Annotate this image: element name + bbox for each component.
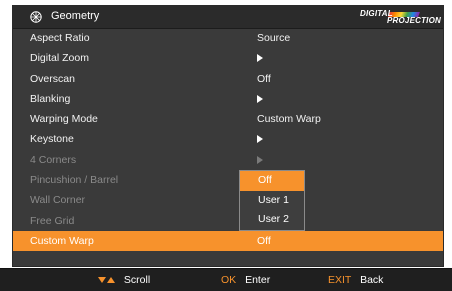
enter-label: Enter (245, 274, 271, 286)
enter-hint: OK Enter (221, 274, 270, 286)
menu-item-label: Blanking (30, 92, 71, 105)
exit-key-label: EXIT (328, 274, 352, 286)
menu-item-free-grid: Free Grid (13, 211, 443, 231)
back-hint: EXIT Back (328, 274, 383, 286)
menu-item-label: Wall Corner (30, 194, 86, 207)
menu-item-aspect-ratio[interactable]: Aspect Ratio Source (13, 28, 443, 48)
submenu-arrow-icon (257, 94, 263, 103)
menu-item-label: Custom Warp (30, 234, 94, 247)
menu-item-pincushion-barrel: Pincushion / Barrel (13, 170, 443, 190)
scroll-hint: Scroll (98, 274, 150, 286)
menu-titlebar: Geometry DIGITAL PROJECTION (13, 6, 443, 29)
menu-item-digital-zoom[interactable]: Digital Zoom (13, 48, 443, 68)
submenu-arrow-icon (257, 54, 263, 63)
menu-item-value: Custom Warp (257, 113, 321, 126)
submenu-arrow-icon (257, 135, 263, 144)
arrow-down-icon (98, 277, 106, 284)
menu-item-label: Pincushion / Barrel (30, 174, 119, 187)
back-label: Back (360, 274, 384, 286)
digital-projection-logo: DIGITAL PROJECTION (357, 9, 443, 26)
scroll-label: Scroll (123, 274, 151, 286)
menu-item-value: Off (257, 72, 271, 85)
menu-item-wall-corner: Wall Corner (13, 190, 443, 210)
menu-item-overscan[interactable]: Overscan Off (13, 69, 443, 89)
submenu-arrow-icon (257, 155, 263, 164)
menu-item-warping-mode[interactable]: Warping Mode Custom Warp (13, 109, 443, 129)
dropdown-option-user-1[interactable]: User 1 (240, 191, 304, 211)
help-bar: Scroll OK Enter EXIT Back (0, 268, 452, 291)
logo-text-projection: PROJECTION (386, 16, 441, 25)
menu-item-label: 4 Corners (30, 153, 77, 166)
menu-item-4-corners: 4 Corners (13, 150, 443, 170)
custom-warp-dropdown[interactable]: Off User 1 User 2 (239, 170, 305, 231)
menu-item-keystone[interactable]: Keystone (13, 129, 443, 149)
menu-item-value: Off (257, 234, 271, 247)
osd-menu-window: Geometry DIGITAL PROJECTION Aspect Ratio… (12, 5, 444, 267)
dropdown-option-user-2[interactable]: User 2 (240, 210, 304, 230)
ok-key-label: OK (221, 274, 237, 286)
menu-item-value: Source (257, 32, 291, 44)
menu-item-label: Keystone (30, 133, 74, 146)
menu-list: Aspect Ratio Source Digital Zoom Oversca… (13, 28, 443, 252)
menu-item-label: Free Grid (30, 214, 75, 227)
menu-item-blanking[interactable]: Blanking (13, 89, 443, 109)
menu-item-custom-warp[interactable]: Custom Warp Off (13, 230, 443, 252)
menu-item-label: Aspect Ratio (30, 32, 90, 44)
geometry-icon (30, 11, 42, 23)
menu-title: Geometry (51, 10, 100, 22)
dropdown-option-off[interactable]: Off (240, 171, 304, 191)
menu-item-label: Overscan (30, 72, 75, 85)
menu-item-label: Warping Mode (30, 113, 98, 126)
arrow-up-icon (107, 277, 115, 284)
menu-item-label: Digital Zoom (30, 52, 89, 65)
